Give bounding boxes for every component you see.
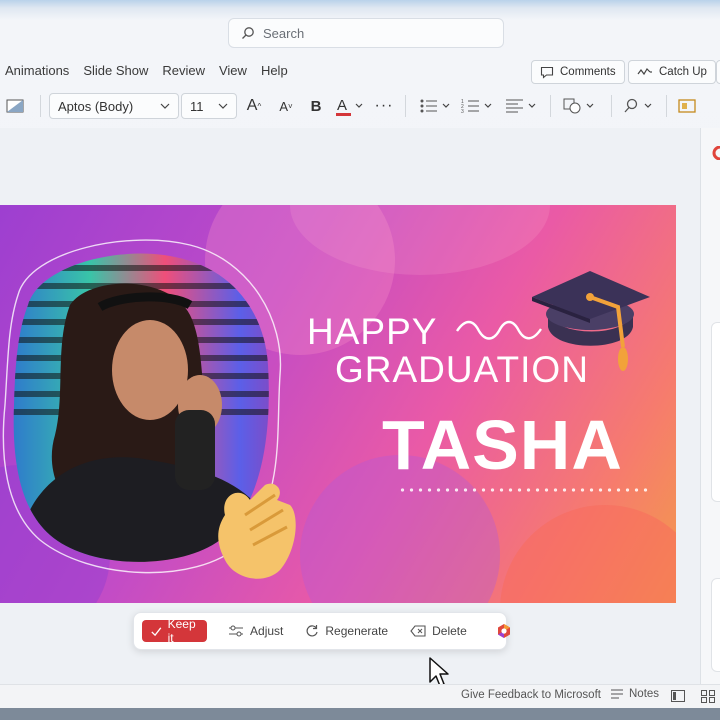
view-grid-icon xyxy=(701,690,715,703)
regenerate-button[interactable]: Regenerate xyxy=(296,619,397,643)
shape-fill-button[interactable] xyxy=(2,93,28,119)
font-size-dropdown[interactable]: 11 xyxy=(181,93,237,119)
view-grid-button[interactable] xyxy=(700,688,716,704)
adjust-icon xyxy=(229,625,244,637)
tab-review[interactable]: Review xyxy=(155,60,212,82)
give-feedback-link[interactable]: Give Feedback to Microsoft xyxy=(461,689,601,701)
numbering-button[interactable]: 123 xyxy=(456,93,500,119)
font-grow-icon[interactable]: A ^ xyxy=(237,93,271,119)
delete-icon xyxy=(410,625,426,637)
search-box[interactable]: Search xyxy=(228,18,504,48)
tab-animations[interactable]: Animations xyxy=(0,60,76,82)
view-normal-button[interactable] xyxy=(670,688,686,704)
separator xyxy=(40,95,41,117)
bullets-button[interactable] xyxy=(416,93,456,119)
notes-label: Notes xyxy=(629,688,660,700)
right-pane-card xyxy=(711,578,720,672)
delete-button[interactable]: Delete xyxy=(401,619,476,643)
shapes-button[interactable] xyxy=(561,93,601,119)
keep-it-button[interactable]: Keep it xyxy=(142,617,208,645)
separator xyxy=(611,95,612,117)
right-pane-card xyxy=(711,322,720,502)
search-icon xyxy=(242,27,254,39)
slide-heading-line-1: HAPPY xyxy=(307,311,438,352)
copilot-button[interactable] xyxy=(492,619,516,643)
font-name-value: Aptos (Body) xyxy=(58,98,134,114)
regenerate-icon xyxy=(306,625,318,637)
bullets-icon xyxy=(420,99,450,113)
chevron-down-icon xyxy=(160,103,170,109)
slide-name: TASHA xyxy=(382,406,623,484)
catch-up-label: Catch Up xyxy=(659,66,707,78)
font-name-dropdown[interactable]: Aptos (Body) xyxy=(49,93,179,119)
comments-button[interactable]: Comments xyxy=(531,60,625,84)
copilot-pane-icon[interactable] xyxy=(712,145,720,161)
svg-text:3: 3 xyxy=(461,109,464,114)
copilot-icon xyxy=(497,624,510,638)
catch-up-button[interactable]: Catch Up xyxy=(628,60,716,84)
font-size-value: 11 xyxy=(190,98,204,114)
find-icon xyxy=(624,98,652,113)
shape-fill-icon xyxy=(6,99,24,113)
tab-slide-show[interactable]: Slide Show xyxy=(76,60,155,82)
delete-label: Delete xyxy=(432,624,467,638)
numbering-icon: 123 xyxy=(461,99,492,114)
overflow-button[interactable] xyxy=(716,60,720,84)
notes-icon xyxy=(611,689,623,699)
tab-help[interactable]: Help xyxy=(254,60,295,82)
designer-icon xyxy=(678,99,696,113)
keep-it-label: Keep it xyxy=(167,617,196,645)
designer-button[interactable] xyxy=(677,93,697,119)
separator xyxy=(405,95,406,117)
slide-heading-line-2: GRADUATION xyxy=(335,349,589,390)
separator xyxy=(666,95,667,117)
find-button[interactable] xyxy=(622,93,658,119)
separator xyxy=(550,95,551,117)
ribbon-tabs: Animations Slide Show Review View Help xyxy=(0,60,295,82)
regenerate-label: Regenerate xyxy=(325,624,389,638)
align-icon xyxy=(506,99,536,113)
ribbon-commands: Aptos (Body) 11 A ^ A ˅ B A ··· 123 xyxy=(0,90,720,122)
view-normal-icon xyxy=(671,690,685,702)
taskbar-edge xyxy=(0,708,720,720)
adjust-label: Adjust xyxy=(250,624,284,638)
more-icon[interactable]: ··· xyxy=(369,93,399,119)
chevron-down-icon xyxy=(218,103,228,109)
clapping-hands-graphic xyxy=(218,483,296,579)
svg-text:A: A xyxy=(337,97,347,114)
background-circle xyxy=(500,505,676,603)
catch-up-icon xyxy=(637,68,652,76)
font-color-icon: A xyxy=(336,97,363,116)
status-bar: Give Feedback to Microsoft Notes xyxy=(0,684,720,709)
comments-label: Comments xyxy=(560,66,616,78)
shapes-icon xyxy=(563,98,594,114)
notes-button[interactable]: Notes xyxy=(610,688,659,700)
align-button[interactable] xyxy=(500,93,544,119)
font-color-button[interactable]: A xyxy=(331,93,369,119)
font-shrink-icon[interactable]: A ˅ xyxy=(271,93,301,119)
slide[interactable]: HAPPY GRADUATION TASHA xyxy=(0,205,676,603)
search-placeholder: Search xyxy=(263,25,305,41)
check-icon xyxy=(151,626,162,636)
designer-action-bar: Keep it Adjust Regenerate Delete xyxy=(133,612,510,650)
dotted-line-decoration xyxy=(398,487,648,493)
adjust-button[interactable]: Adjust xyxy=(219,619,292,643)
bold-icon[interactable]: B xyxy=(301,93,331,119)
comments-icon xyxy=(540,66,554,79)
tab-view[interactable]: View xyxy=(212,60,254,82)
